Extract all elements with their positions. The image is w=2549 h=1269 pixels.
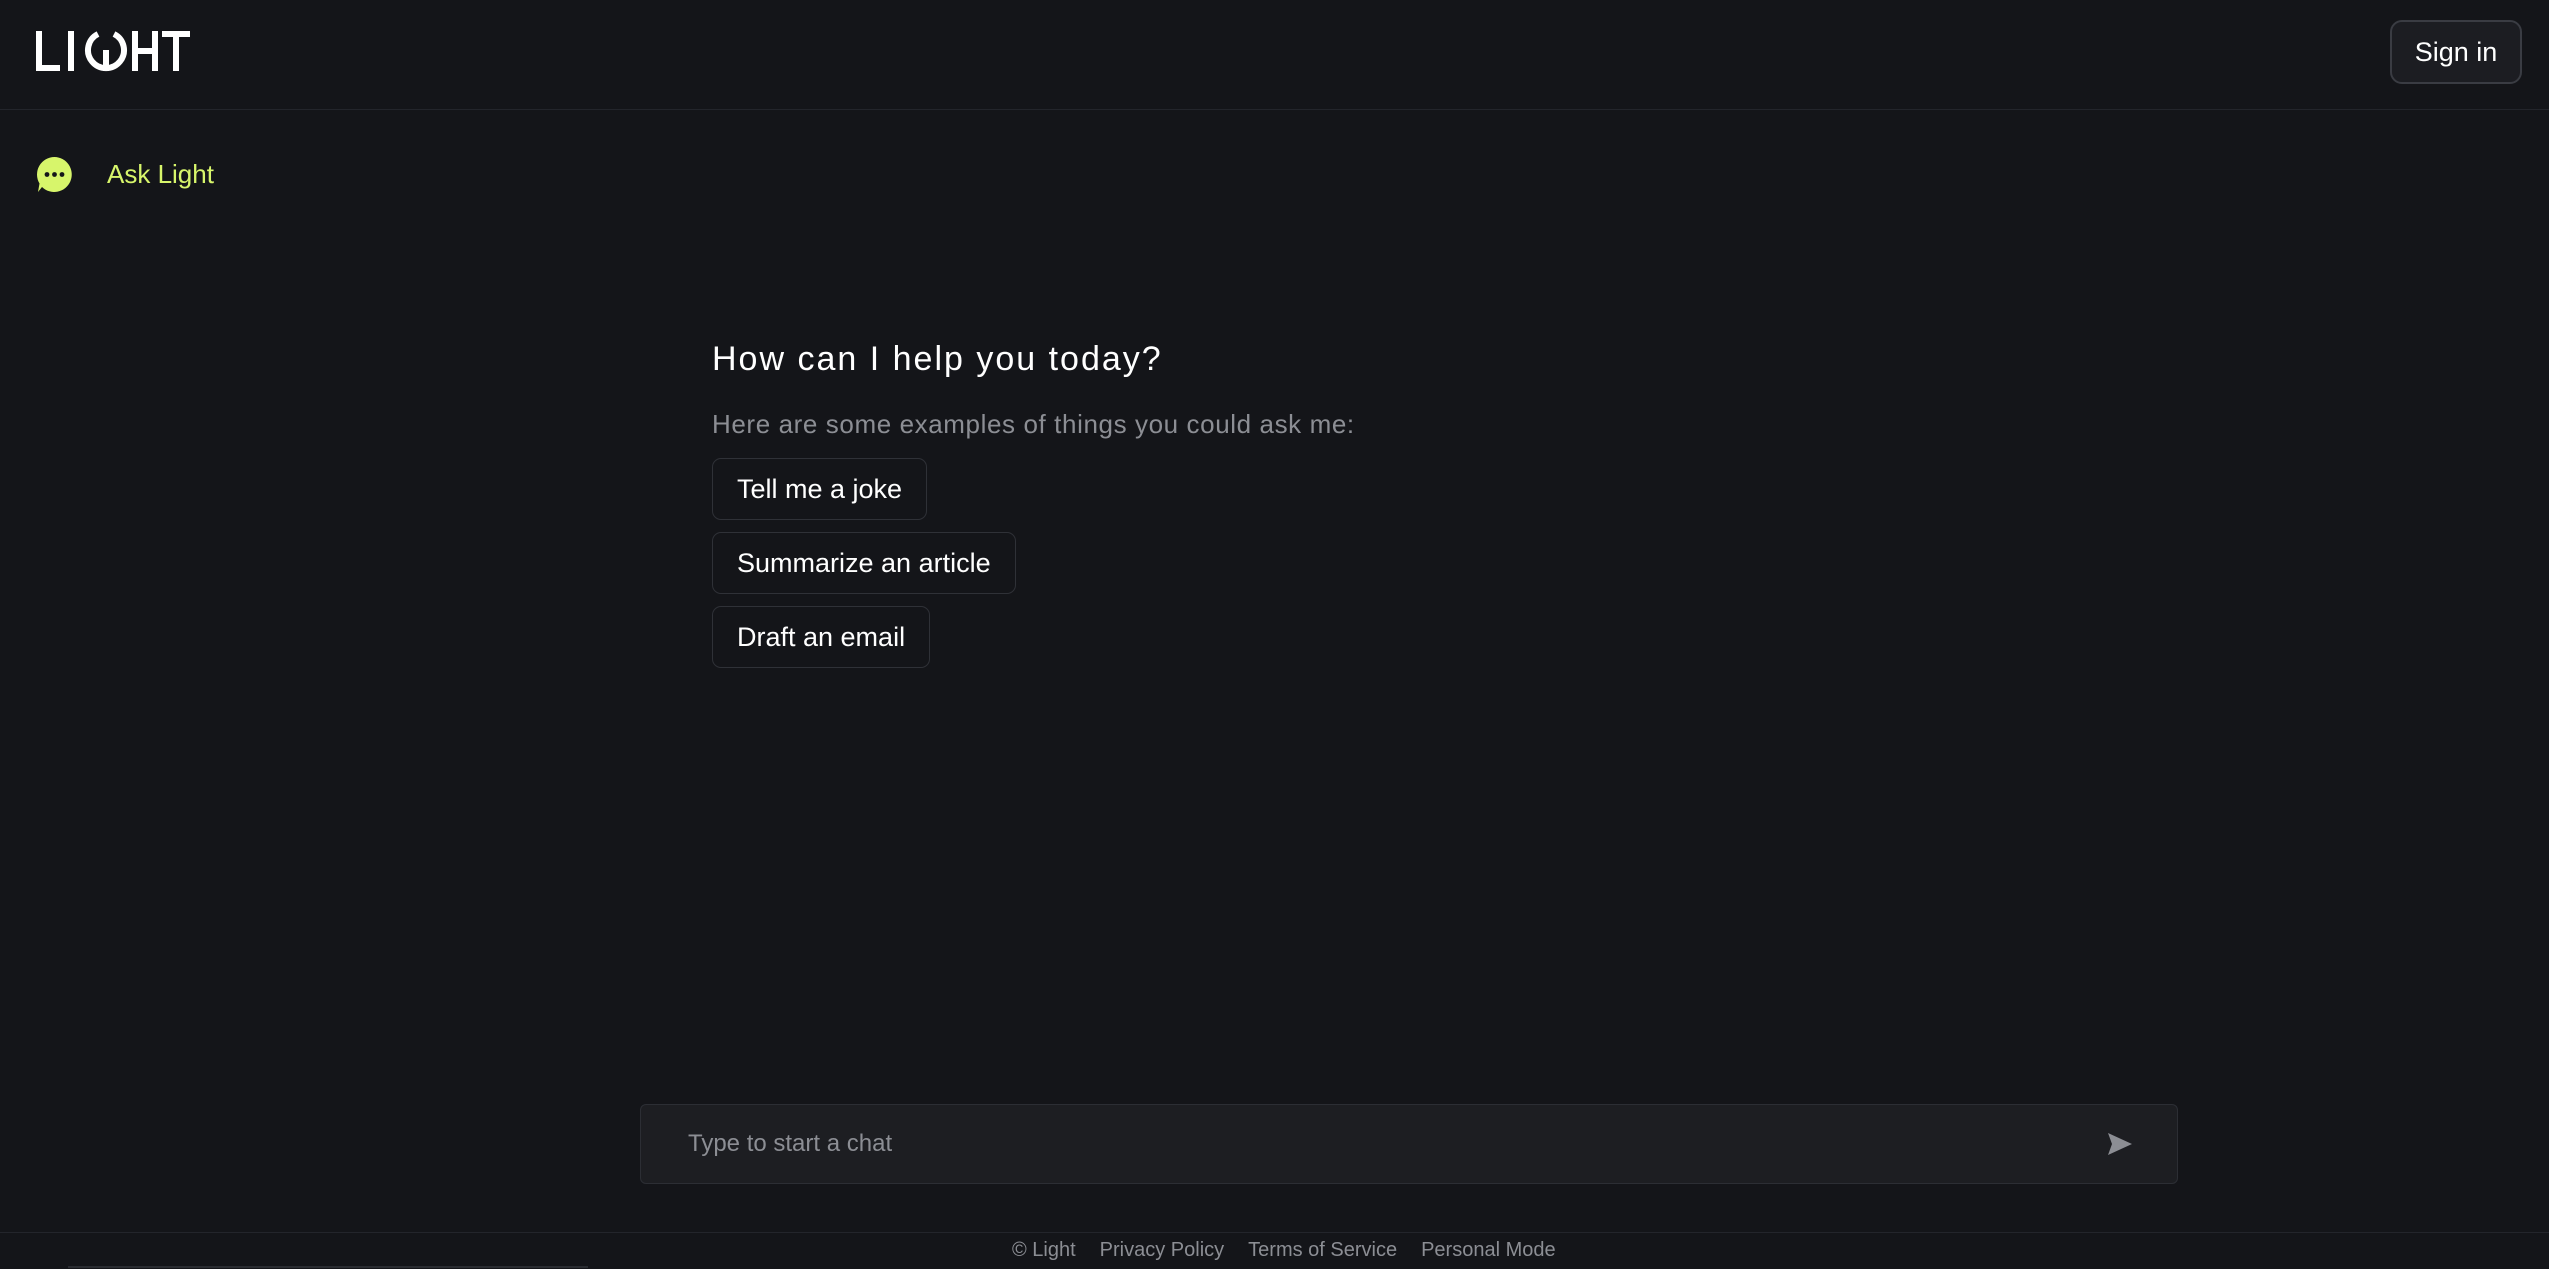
page-title: How can I help you today? bbox=[712, 340, 1163, 378]
sidebar-item-label: Ask Light bbox=[107, 159, 214, 189]
examples-subtitle: Here are some examples of things you cou… bbox=[712, 409, 1355, 439]
footer: © Light Privacy Policy Terms of Service … bbox=[0, 1232, 2549, 1269]
footer-links: © Light Privacy Policy Terms of Service … bbox=[1012, 1239, 1556, 1262]
footer-link-terms-of-service[interactable]: Terms of Service bbox=[1248, 1239, 1397, 1262]
light-logo[interactable] bbox=[36, 28, 190, 74]
chat-bubble-icon bbox=[37, 157, 72, 192]
page: Sign in Ask Light How can I help you tod… bbox=[0, 0, 2549, 1269]
main-content: How can I help you today? Here are some … bbox=[712, 340, 1355, 680]
logo-wordmark-icon bbox=[36, 31, 190, 72]
suggestion-summarize-article-button[interactable]: Summarize an article bbox=[712, 532, 1016, 594]
footer-link-personal-mode[interactable]: Personal Mode bbox=[1421, 1239, 1556, 1262]
send-icon bbox=[2108, 1133, 2132, 1155]
footer-copyright: © Light bbox=[1012, 1239, 1076, 1261]
suggestion-list: Tell me a joke Summarize an article Draf… bbox=[712, 458, 1355, 680]
sidebar-item-ask-light[interactable]: Ask Light bbox=[36, 156, 214, 193]
sign-in-button[interactable]: Sign in bbox=[2390, 20, 2522, 84]
footer-link-privacy-policy[interactable]: Privacy Policy bbox=[1100, 1239, 1224, 1262]
send-button[interactable] bbox=[2103, 1127, 2137, 1161]
chat-input-box bbox=[640, 1104, 2178, 1184]
divider bbox=[68, 1266, 588, 1268]
suggestion-draft-email-button[interactable]: Draft an email bbox=[712, 606, 931, 668]
header: Sign in bbox=[0, 0, 2549, 110]
suggestion-tell-joke-button[interactable]: Tell me a joke bbox=[712, 458, 928, 520]
chat-input[interactable] bbox=[688, 1105, 2068, 1183]
